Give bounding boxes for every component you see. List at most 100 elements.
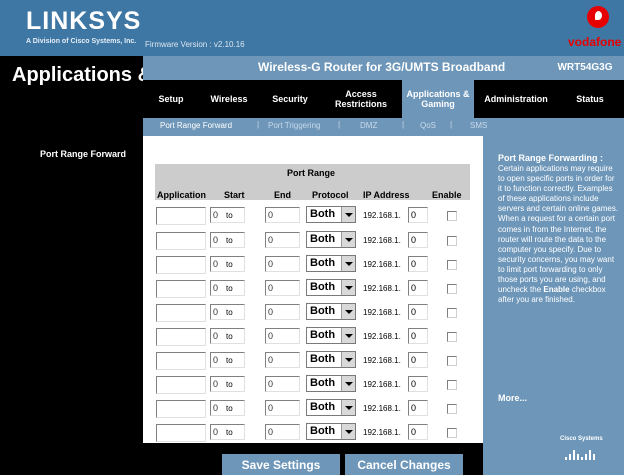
protocol-value: Both [310, 257, 336, 269]
subtab-sms[interactable]: SMS [470, 121, 487, 130]
enable-checkbox[interactable] [447, 356, 457, 366]
protocol-select[interactable]: Both [306, 255, 356, 272]
subtab-qos[interactable]: QoS [420, 121, 436, 130]
protocol-select[interactable]: Both [306, 351, 356, 368]
to-label: to [226, 332, 233, 341]
subtab-dmz[interactable]: DMZ [360, 121, 377, 130]
protocol-select[interactable]: Both [306, 399, 356, 416]
chevron-down-icon [341, 328, 355, 343]
protocol-select[interactable]: Both [306, 279, 356, 296]
enable-checkbox[interactable] [447, 404, 457, 414]
help-text-body: Certain applications may require to open… [498, 164, 619, 295]
ip-last-octet-input[interactable]: 0 [408, 424, 428, 440]
application-name-input[interactable] [156, 304, 206, 322]
subtab-port-triggering[interactable]: Port Triggering [268, 121, 320, 130]
table-row: 0 to 0 Both 192.168.1. 0 [155, 396, 470, 420]
application-name-input[interactable] [156, 232, 206, 250]
vodafone-wordmark: vodafone [568, 35, 622, 49]
enable-checkbox[interactable] [447, 332, 457, 342]
tab-security[interactable]: Security [259, 80, 321, 118]
ip-prefix: 192.168.1. [363, 260, 401, 269]
to-label: to [226, 308, 233, 317]
model-number: WRT54G3G [557, 62, 613, 73]
ip-last-octet-input[interactable]: 0 [408, 328, 428, 344]
help-text-enable: Enable [543, 285, 570, 295]
protocol-select[interactable]: Both [306, 231, 356, 248]
to-label: to [226, 236, 233, 245]
ip-last-octet-input[interactable]: 0 [408, 280, 428, 296]
protocol-select[interactable]: Both [306, 375, 356, 392]
application-name-input[interactable] [156, 376, 206, 394]
table-row: 0 to 0 Both 192.168.1. 0 [155, 324, 470, 348]
chevron-down-icon [341, 304, 355, 319]
tab-setup[interactable]: Setup [143, 80, 199, 118]
table-row: 0 to 0 Both 192.168.1. 0 [155, 420, 470, 444]
protocol-value: Both [310, 425, 336, 437]
enable-checkbox[interactable] [447, 260, 457, 270]
router-admin-page: LINKSYS A Division of Cisco Systems, Inc… [0, 0, 624, 475]
cancel-changes-button[interactable]: Cancel Changes [345, 454, 463, 475]
protocol-value: Both [310, 208, 336, 220]
application-name-input[interactable] [156, 256, 206, 274]
to-label: to [226, 356, 233, 365]
enable-checkbox[interactable] [447, 284, 457, 294]
tab-access-restrictions[interactable]: Access Restrictions [325, 80, 397, 118]
application-name-input[interactable] [156, 207, 206, 225]
protocol-select[interactable]: Both [306, 206, 356, 223]
ip-last-octet-input[interactable]: 0 [408, 207, 428, 223]
protocol-select[interactable]: Both [306, 327, 356, 344]
chevron-down-icon [341, 232, 355, 247]
protocol-value: Both [310, 401, 336, 413]
ip-last-octet-input[interactable]: 0 [408, 376, 428, 392]
application-name-input[interactable] [156, 352, 206, 370]
ip-last-octet-input[interactable]: 0 [408, 352, 428, 368]
end-port-input[interactable]: 0 [265, 256, 300, 272]
enable-checkbox[interactable] [447, 211, 457, 221]
end-port-input[interactable]: 0 [265, 207, 300, 223]
subnav-separator: | [450, 120, 453, 129]
end-port-input[interactable]: 0 [265, 400, 300, 416]
port-range-header: Port Range [287, 168, 336, 178]
cisco-logo-icon [565, 446, 595, 460]
protocol-select[interactable]: Both [306, 303, 356, 320]
table-row: 0 to 0 Both 192.168.1. 0 [155, 372, 470, 396]
end-port-input[interactable]: 0 [265, 328, 300, 344]
tab-wireless[interactable]: Wireless [199, 80, 259, 118]
ip-prefix: 192.168.1. [363, 211, 401, 220]
ip-last-octet-input[interactable]: 0 [408, 400, 428, 416]
firmware-version: Firmware Version : v2.10.16 [145, 40, 245, 49]
application-name-input[interactable] [156, 328, 206, 346]
protocol-value: Both [310, 377, 336, 389]
end-port-input[interactable]: 0 [265, 232, 300, 248]
ip-last-octet-input[interactable]: 0 [408, 232, 428, 248]
left-section-column [0, 136, 143, 475]
application-name-input[interactable] [156, 424, 206, 442]
ip-prefix: 192.168.1. [363, 284, 401, 293]
save-settings-button[interactable]: Save Settings [222, 454, 340, 475]
enable-checkbox[interactable] [447, 308, 457, 318]
enable-checkbox[interactable] [447, 236, 457, 246]
table-row: 0 to 0 Both 192.168.1. 0 [155, 252, 470, 276]
tab-status[interactable]: Status [560, 80, 620, 118]
table-row: 0 to 0 Both 192.168.1. 0 [155, 300, 470, 324]
tab-applications-gaming[interactable]: Applications & Gaming [402, 80, 474, 118]
ip-last-octet-input[interactable]: 0 [408, 256, 428, 272]
section-label: Port Range Forward [40, 149, 127, 159]
protocol-select[interactable]: Both [306, 423, 356, 440]
chevron-down-icon [341, 376, 355, 391]
protocol-value: Both [310, 281, 336, 293]
col-header-enable: Enable [432, 190, 462, 200]
enable-checkbox[interactable] [447, 380, 457, 390]
application-name-input[interactable] [156, 400, 206, 418]
end-port-input[interactable]: 0 [265, 376, 300, 392]
tab-administration[interactable]: Administration [476, 80, 556, 118]
end-port-input[interactable]: 0 [265, 304, 300, 320]
ip-last-octet-input[interactable]: 0 [408, 304, 428, 320]
end-port-input[interactable]: 0 [265, 424, 300, 440]
end-port-input[interactable]: 0 [265, 280, 300, 296]
application-name-input[interactable] [156, 280, 206, 298]
more-link[interactable]: More... [498, 393, 527, 403]
subtab-port-range-forward[interactable]: Port Range Forward [160, 121, 232, 130]
enable-checkbox[interactable] [447, 428, 457, 438]
end-port-input[interactable]: 0 [265, 352, 300, 368]
